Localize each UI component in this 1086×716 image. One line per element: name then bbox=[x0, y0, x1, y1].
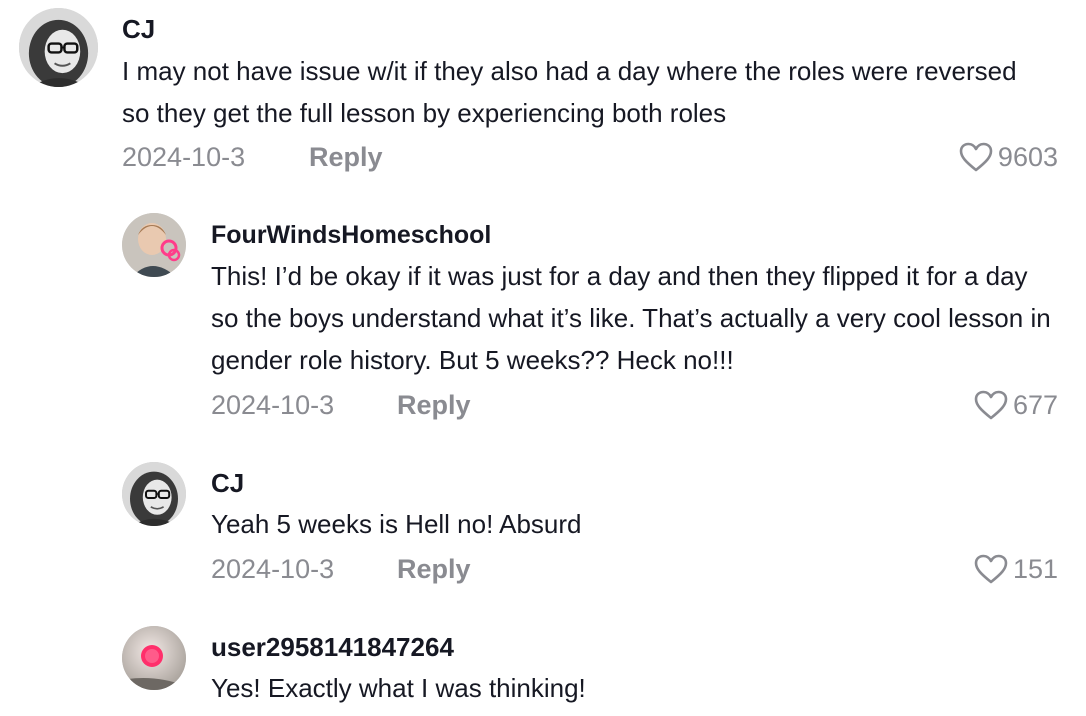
comment-username[interactable]: CJ bbox=[211, 467, 244, 499]
like-count: 9603 bbox=[997, 142, 1058, 172]
comment-text: Yeah 5 weeks is Hell no! Absurd bbox=[211, 509, 582, 539]
user-photo-glasses-icon bbox=[122, 462, 186, 526]
like-count: 677 bbox=[1012, 390, 1058, 420]
avatar[interactable] bbox=[122, 213, 186, 277]
avatar[interactable] bbox=[122, 626, 186, 690]
heart-icon bbox=[959, 142, 993, 172]
like-button[interactable]: 9603 bbox=[958, 140, 1058, 174]
user-photo-pink-dot-icon bbox=[122, 626, 186, 690]
user-photo-glasses-icon bbox=[19, 8, 98, 87]
comment-date: 2024-10-3 bbox=[122, 142, 246, 172]
reply-button[interactable]: Reply bbox=[309, 140, 383, 174]
comment-username[interactable]: FourWindsHomeschool bbox=[211, 219, 491, 251]
reply-button[interactable]: Reply bbox=[397, 552, 471, 586]
comment-text: Yes! Exactly what I was thinking! bbox=[211, 673, 586, 703]
heart-icon bbox=[974, 554, 1008, 584]
comment-username[interactable]: CJ bbox=[122, 13, 155, 45]
like-button[interactable]: 151 bbox=[973, 552, 1058, 586]
user-photo-child-icon bbox=[122, 213, 186, 277]
comment-date: 2024-10-3 bbox=[211, 554, 335, 584]
comment-date: 2024-10-3 bbox=[211, 390, 335, 420]
comment-text: I may not have issue w/it if they also h… bbox=[122, 56, 1017, 128]
comment-text: This! I’d be okay if it was just for a d… bbox=[211, 261, 1051, 375]
comment-username[interactable]: user2958141847264 bbox=[211, 631, 454, 663]
heart-icon bbox=[974, 390, 1008, 420]
avatar[interactable] bbox=[122, 462, 186, 526]
avatar[interactable] bbox=[19, 8, 98, 87]
reply-button[interactable]: Reply bbox=[397, 388, 471, 422]
like-button[interactable]: 677 bbox=[973, 388, 1058, 422]
like-count: 151 bbox=[1012, 554, 1058, 584]
